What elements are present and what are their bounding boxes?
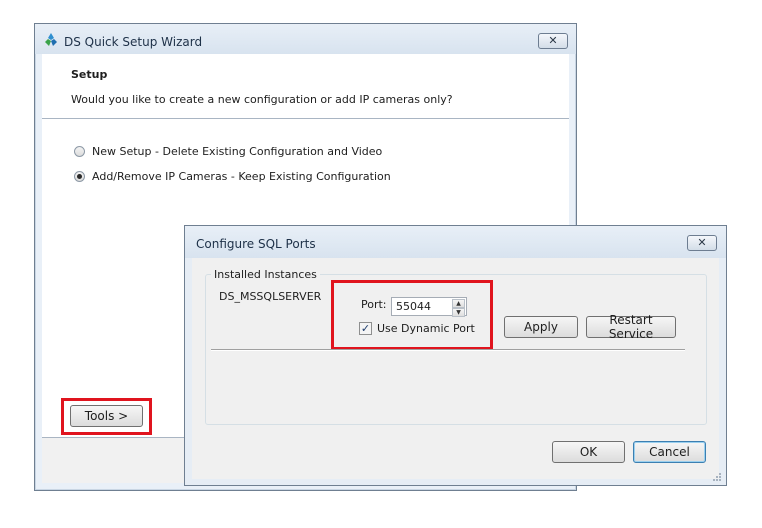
cancel-button[interactable]: Cancel	[633, 441, 706, 463]
wizard-header: Setup Would you like to create a new con…	[42, 54, 569, 119]
apply-button[interactable]: Apply	[504, 316, 578, 338]
spin-down-icon[interactable]: ▼	[452, 308, 465, 317]
close-icon: ✕	[548, 34, 558, 47]
radio-icon[interactable]	[74, 170, 85, 182]
option-new-setup[interactable]: New Setup - Delete Existing Configuratio…	[74, 143, 382, 159]
ok-label: OK	[579, 445, 598, 459]
wizard-close-button[interactable]: ✕	[538, 33, 568, 49]
tools-button[interactable]: Tools >	[70, 405, 143, 427]
dynamic-port-checkbox-row[interactable]: ✓ Use Dynamic Port	[359, 322, 475, 335]
group-label: Installed Instances	[211, 268, 320, 281]
resize-grip-icon[interactable]	[710, 472, 722, 484]
wizard-title: DS Quick Setup Wizard	[64, 35, 203, 49]
restart-service-button[interactable]: Restart Service	[586, 313, 676, 341]
tools-button-label: Tools >	[84, 409, 129, 423]
port-spinner[interactable]: 55044 ▲ ▼	[391, 297, 467, 317]
app-logo-icon	[45, 33, 57, 46]
instance-separator-highlight	[211, 350, 685, 351]
page-title: Setup	[71, 68, 108, 81]
dynamic-port-checkbox[interactable]: ✓	[359, 322, 372, 335]
instance-name: DS_MSSQLSERVER	[219, 290, 322, 303]
sql-close-button[interactable]: ✕	[687, 235, 717, 251]
radio-icon[interactable]	[74, 145, 85, 157]
option-label: Add/Remove IP Cameras - Keep Existing Co…	[92, 169, 391, 183]
dynamic-port-label: Use Dynamic Port	[377, 322, 475, 335]
close-icon: ✕	[697, 236, 707, 249]
sql-dialog-title: Configure SQL Ports	[196, 237, 316, 251]
page-subtitle: Would you like to create a new configura…	[71, 93, 453, 106]
cancel-label: Cancel	[649, 445, 690, 459]
apply-label: Apply	[524, 320, 558, 334]
spin-up-icon[interactable]: ▲	[452, 299, 465, 308]
option-label: New Setup - Delete Existing Configuratio…	[92, 144, 383, 158]
wizard-titlebar[interactable]: DS Quick Setup Wizard ✕	[35, 24, 576, 54]
port-value[interactable]: 55044	[396, 300, 431, 313]
option-add-remove-cameras[interactable]: Add/Remove IP Cameras - Keep Existing Co…	[74, 168, 391, 184]
restart-label: Restart Service	[608, 313, 654, 341]
sql-titlebar[interactable]: Configure SQL Ports ✕	[185, 226, 726, 258]
checkbox-check-icon: ✓	[360, 322, 371, 335]
spinner-buttons: ▲ ▼	[452, 299, 465, 317]
ok-button[interactable]: OK	[552, 441, 625, 463]
port-label: Port:	[361, 298, 387, 311]
